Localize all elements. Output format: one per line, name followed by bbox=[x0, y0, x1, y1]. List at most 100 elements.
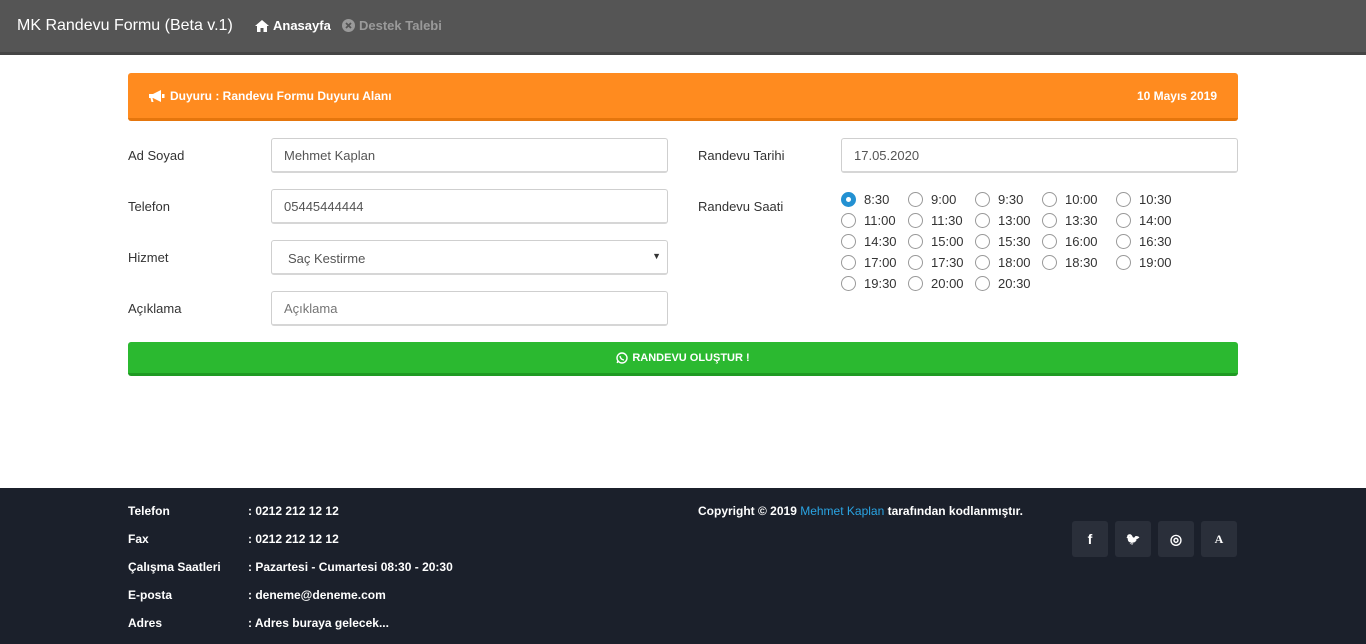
time-option[interactable]: 17:30 bbox=[908, 255, 964, 270]
time-radio[interactable] bbox=[1042, 255, 1057, 270]
time-option[interactable]: 20:30 bbox=[975, 276, 1031, 291]
time-radio[interactable] bbox=[975, 255, 990, 270]
time-option-label: 15:30 bbox=[998, 234, 1031, 249]
time-radio[interactable] bbox=[841, 255, 856, 270]
time-option[interactable]: 19:30 bbox=[841, 276, 897, 291]
time-radio[interactable] bbox=[908, 192, 923, 207]
instagram-icon: ◎ bbox=[1169, 530, 1183, 547]
bullhorn-icon bbox=[149, 89, 165, 102]
time-radio[interactable] bbox=[975, 213, 990, 228]
copyright-suffix: tarafından kodlanmıştır. bbox=[884, 504, 1023, 518]
time-option[interactable]: 11:30 bbox=[908, 213, 963, 228]
whatsapp-icon bbox=[616, 351, 629, 364]
font-button[interactable]: A bbox=[1201, 521, 1237, 557]
time-option[interactable]: 9:30 bbox=[975, 192, 1023, 207]
time-radio[interactable] bbox=[841, 213, 856, 228]
phone-field[interactable] bbox=[271, 189, 668, 224]
create-appointment-label: RANDEVU OLUŞTUR ! bbox=[632, 351, 750, 364]
time-option-label: 10:00 bbox=[1065, 192, 1098, 207]
footer-info-value: : Pazartesi - Cumartesi 08:30 - 20:30 bbox=[248, 560, 453, 574]
time-option[interactable]: 15:00 bbox=[908, 234, 964, 249]
navbar: MK Randevu Formu (Beta v.1) Anasayfa Des… bbox=[0, 0, 1366, 55]
time-radio[interactable] bbox=[841, 234, 856, 249]
time-radio[interactable] bbox=[908, 234, 923, 249]
create-appointment-button[interactable]: RANDEVU OLUŞTUR ! bbox=[128, 342, 1238, 376]
time-option[interactable]: 16:00 bbox=[1042, 234, 1098, 249]
service-label: Hizmet bbox=[128, 250, 169, 265]
time-option-label: 9:00 bbox=[931, 192, 957, 207]
time-option-label: 9:30 bbox=[998, 192, 1024, 207]
time-option-label: 18:30 bbox=[1065, 255, 1098, 270]
time-option[interactable]: 11:00 bbox=[841, 213, 896, 228]
time-option-label: 11:30 bbox=[931, 213, 963, 228]
twitter-button[interactable]: 🐦 bbox=[1115, 521, 1151, 557]
nav-support-link[interactable]: Destek Talebi bbox=[342, 18, 442, 33]
time-option-label: 15:00 bbox=[931, 234, 964, 249]
time-option[interactable]: 8:30 bbox=[841, 192, 889, 207]
nav-home-label: Anasayfa bbox=[273, 18, 331, 33]
time-option-label: 16:00 bbox=[1065, 234, 1098, 249]
time-option[interactable]: 20:00 bbox=[908, 276, 964, 291]
time-radio[interactable] bbox=[1042, 192, 1057, 207]
brand-title[interactable]: MK Randevu Formu (Beta v.1) bbox=[17, 17, 233, 35]
time-option[interactable]: 10:00 bbox=[1042, 192, 1098, 207]
note-field[interactable] bbox=[271, 291, 668, 326]
time-radio[interactable] bbox=[908, 255, 923, 270]
footer-info-value: : Adres buraya gelecek... bbox=[248, 616, 389, 630]
twitter-icon: 🐦 bbox=[1125, 532, 1141, 546]
time-option[interactable]: 18:30 bbox=[1042, 255, 1098, 270]
time-option[interactable]: 15:30 bbox=[975, 234, 1031, 249]
instagram-button[interactable]: ◎ bbox=[1158, 521, 1194, 557]
time-option-label: 19:30 bbox=[864, 276, 897, 291]
time-radio[interactable] bbox=[1116, 255, 1131, 270]
time-option[interactable]: 16:30 bbox=[1116, 234, 1172, 249]
time-option[interactable]: 18:00 bbox=[975, 255, 1031, 270]
time-option-label: 20:30 bbox=[998, 276, 1031, 291]
time-radio[interactable] bbox=[975, 234, 990, 249]
time-option[interactable]: 9:00 bbox=[908, 192, 956, 207]
footer: Telefon : 0212 212 12 12 Fax : 0212 212 12 … bbox=[0, 488, 1366, 644]
facebook-button[interactable]: f bbox=[1072, 521, 1108, 557]
time-option[interactable]: 10:30 bbox=[1116, 192, 1172, 207]
footer-info-label: Çalışma Saatleri bbox=[128, 560, 221, 574]
time-radio[interactable] bbox=[1116, 192, 1131, 207]
announcement-bar: Duyuru : Randevu Formu Duyuru Alanı 10 M… bbox=[128, 73, 1238, 121]
announcement-text-group: Duyuru : Randevu Formu Duyuru Alanı bbox=[149, 89, 392, 103]
time-radio[interactable] bbox=[841, 276, 856, 291]
footer-info-label: Fax bbox=[128, 532, 149, 546]
date-field[interactable] bbox=[841, 138, 1238, 173]
name-label: Ad Soyad bbox=[128, 148, 185, 163]
time-radio[interactable] bbox=[908, 213, 923, 228]
footer-info-label: Telefon bbox=[128, 504, 170, 518]
note-label: Açıklama bbox=[128, 301, 182, 316]
time-option-label: 13:00 bbox=[998, 213, 1031, 228]
time-option[interactable]: 17:00 bbox=[841, 255, 897, 270]
time-radio[interactable] bbox=[1042, 234, 1057, 249]
close-circle-icon bbox=[342, 19, 355, 32]
time-radio[interactable] bbox=[1116, 213, 1131, 228]
time-radio[interactable] bbox=[841, 192, 856, 207]
author-link[interactable]: Mehmet Kaplan bbox=[800, 504, 884, 518]
footer-info-label: E-posta bbox=[128, 588, 173, 602]
time-option-label: 14:00 bbox=[1139, 213, 1172, 228]
time-radio[interactable] bbox=[908, 276, 923, 291]
footer-info-value: : 0212 212 12 12 bbox=[248, 532, 339, 546]
footer-info-value: : 0212 212 12 12 bbox=[248, 504, 339, 518]
time-radio[interactable] bbox=[975, 276, 990, 291]
time-option[interactable]: 13:00 bbox=[975, 213, 1031, 228]
time-radio[interactable] bbox=[975, 192, 990, 207]
time-radio[interactable] bbox=[1116, 234, 1131, 249]
time-option[interactable]: 14:00 bbox=[1116, 213, 1172, 228]
time-radio[interactable] bbox=[1042, 213, 1057, 228]
name-field[interactable] bbox=[271, 138, 668, 173]
time-option[interactable]: 13:30 bbox=[1042, 213, 1098, 228]
footer-info-value: : deneme@deneme.com bbox=[248, 588, 386, 602]
footer-info-label: Adres bbox=[128, 616, 163, 630]
service-select[interactable]: Saç Kestirme ▼ bbox=[271, 240, 668, 275]
dropdown-arrow-icon: ▼ bbox=[652, 251, 661, 261]
time-option[interactable]: 14:30 bbox=[841, 234, 897, 249]
nav-home-link[interactable]: Anasayfa bbox=[255, 18, 331, 33]
time-option-label: 14:30 bbox=[864, 234, 897, 249]
time-option[interactable]: 19:00 bbox=[1116, 255, 1172, 270]
announcement-text: Duyuru : Randevu Formu Duyuru Alanı bbox=[170, 89, 392, 103]
